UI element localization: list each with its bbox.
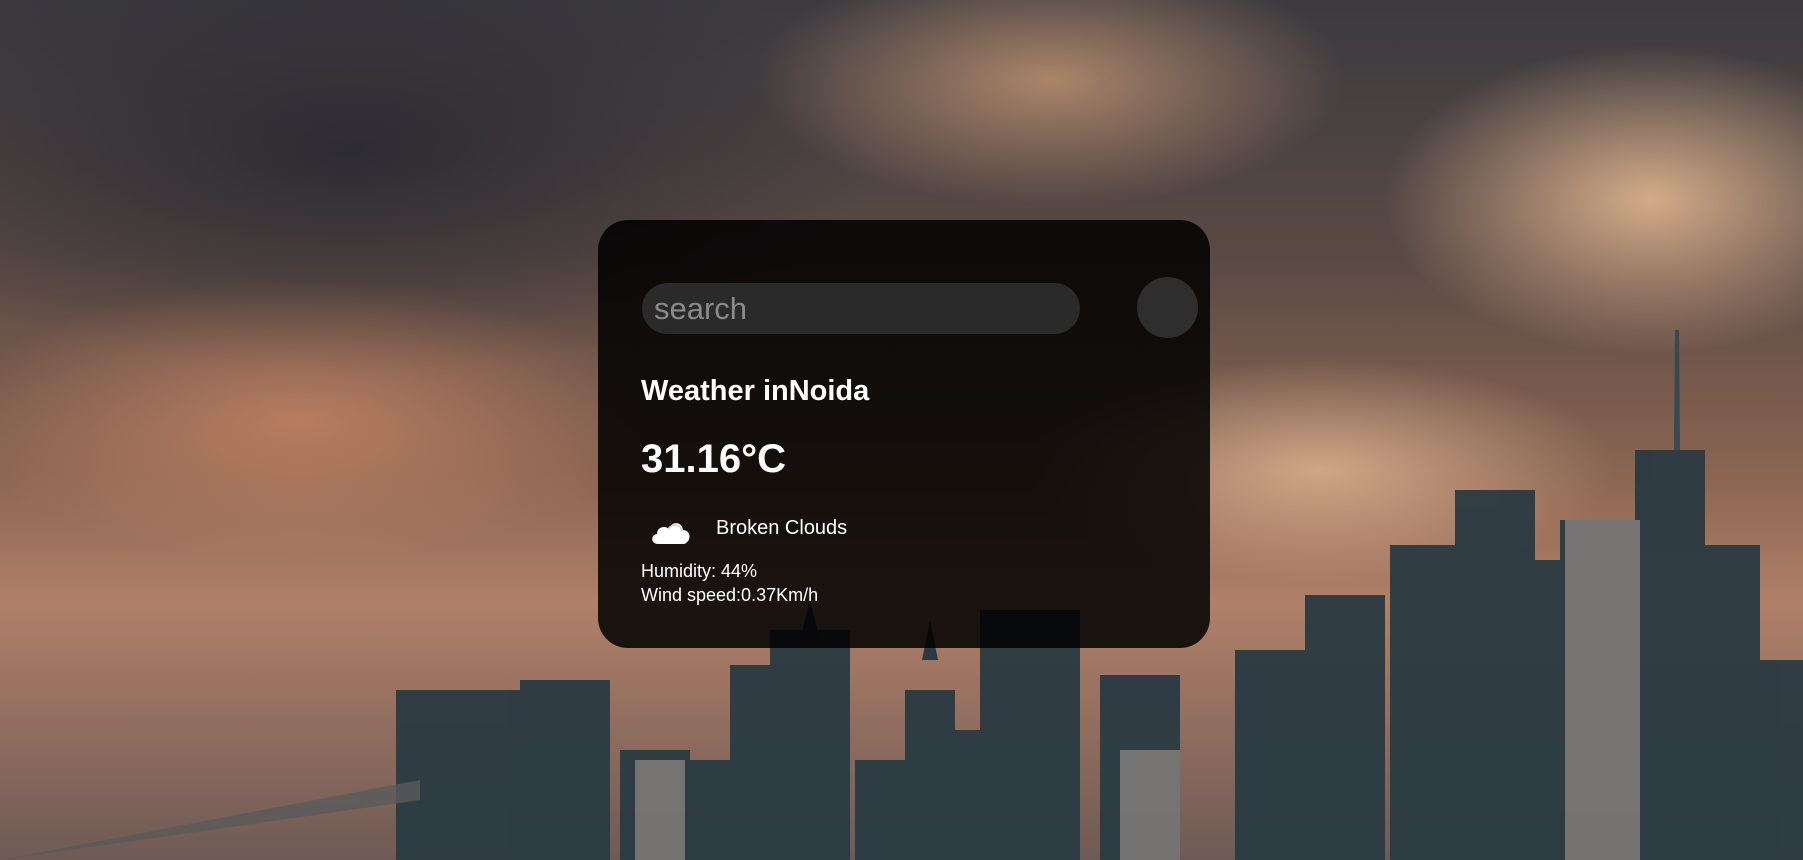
cloud-icon [652, 523, 690, 544]
search-button[interactable] [1137, 277, 1198, 338]
temperature-value: 31.16°C [641, 437, 786, 481]
weather-details: Humidity: 44% Wind speed:0.37Km/h [641, 559, 818, 607]
condition-label: Broken Clouds [716, 517, 848, 539]
search-input[interactable] [642, 283, 1080, 334]
humidity-value: Humidity: 44% [641, 561, 758, 581]
weather-card: Weather inNoida 31.16°C Broken Clouds Hu… [598, 220, 1210, 648]
weather-condition: Broken Clouds [648, 510, 1048, 550]
wind-speed-value: Wind speed:0.37Km/h [641, 585, 819, 605]
search-bar [642, 277, 1198, 339]
city-title: Weather inNoida [641, 375, 870, 407]
